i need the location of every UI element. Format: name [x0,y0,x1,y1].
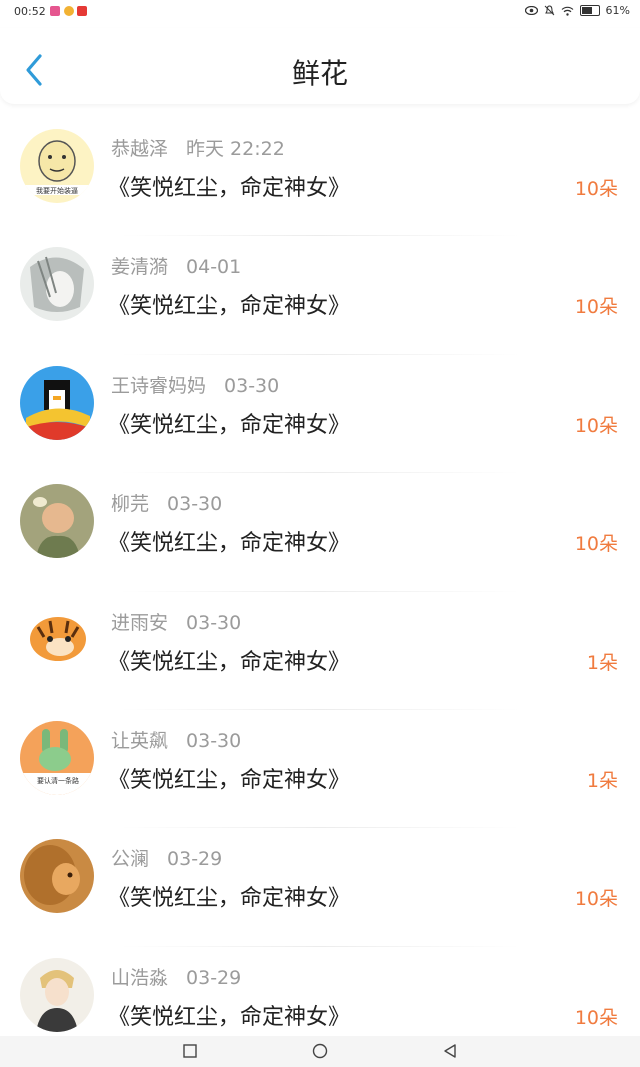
user-name: 恭越泽 [111,138,169,160]
list-item[interactable]: 进雨安 03-30 《笑悦红尘，命定神女》 1朵 [0,592,640,710]
item-meta: 进雨安 03-30 [111,608,241,635]
eye-icon [524,6,538,15]
flower-count: 10朵 [574,414,618,437]
notification-icon [50,6,60,16]
work-title: 《笑悦红尘，命定神女》 [108,649,351,675]
flower-list: 我要开始装逼 恭越泽 昨天 22:22 《笑悦红尘，命定神女》 10朵 姜清漪 04… [0,118,640,1065]
back-nav-icon[interactable] [442,1043,458,1059]
item-date: 03-30 [224,374,280,397]
battery-level: 61% [605,4,630,17]
system-nav-bar [0,1036,640,1067]
item-date: 昨天 22:22 [186,138,285,160]
status-bar: 00:52 61% [0,0,640,24]
user-name: 进雨安 [111,611,169,634]
list-item[interactable]: 我要开始装逼 恭越泽 昨天 22:22 《笑悦红尘，命定神女》 10朵 [0,118,640,237]
flower-count: 10朵 [574,296,618,319]
recent-apps-icon[interactable] [182,1043,198,1059]
avatar [20,602,94,677]
work-title: 《笑悦红尘，命定神女》 [108,1004,351,1030]
user-name: 王诗睿妈妈 [111,374,207,397]
flower-count: 10朵 [574,533,618,556]
flower-count: 10朵 [574,888,618,911]
notification-icon [77,6,87,16]
svg-text:要认清一条路: 要认清一条路 [37,776,79,785]
user-name: 柳芫 [111,493,150,516]
work-title: 《笑悦红尘，命定神女》 [108,412,351,438]
work-title: 《笑悦红尘，命定神女》 [108,176,351,201]
svg-text:我要开始装逼: 我要开始装逼 [36,186,78,195]
notification-icon [64,6,74,16]
item-date: 03-29 [167,848,223,871]
avatar [20,957,94,1032]
work-title: 《笑悦红尘，命定神女》 [108,767,351,793]
flower-count: 1朵 [586,769,618,792]
user-name: 公澜 [111,848,150,871]
wifi-icon [561,6,573,16]
item-date: 04-01 [186,256,242,279]
list-item[interactable]: 姜清漪 04-01 《笑悦红尘，命定神女》 10朵 [0,236,640,355]
item-meta: 山浩淼 03-29 [111,963,241,990]
page-header: 鲜花 [0,28,640,104]
mute-icon [544,5,554,16]
flower-count: 10朵 [574,178,618,200]
user-name: 姜清漪 [111,256,169,279]
avatar: 要认清一条路 [20,720,94,795]
item-date: 03-30 [186,611,242,634]
status-time: 00:52 [14,5,46,18]
list-item[interactable]: 公澜 03-29 《笑悦红尘，命定神女》 10朵 [0,828,640,947]
user-name: 山浩淼 [111,966,169,989]
work-title: 《笑悦红尘，命定神女》 [108,886,351,912]
list-item[interactable]: 柳芫 03-30 《笑悦红尘，命定神女》 10朵 [0,473,640,592]
page-title: 鲜花 [291,57,348,90]
item-meta: 姜清漪 04-01 [111,252,241,279]
item-meta: 公澜 03-29 [111,844,222,871]
status-icons: 61% [524,4,630,17]
avatar [20,247,94,322]
avatar [20,365,94,440]
avatar [20,484,94,559]
work-title: 《笑悦红尘，命定神女》 [108,531,351,557]
item-date: 03-30 [186,729,242,752]
avatar: 我要开始装逼 [20,129,94,203]
item-date: 03-29 [186,966,242,989]
item-meta: 柳芫 03-30 [111,489,222,516]
item-date: 03-30 [167,493,223,516]
flower-count: 1朵 [586,651,618,674]
work-title: 《笑悦红尘，命定神女》 [108,294,351,320]
item-meta: 让英飙 03-30 [111,726,241,753]
item-meta: 恭越泽 昨天 22:22 [111,134,285,161]
flower-count: 10朵 [574,1006,618,1029]
list-item[interactable]: 要认清一条路 让英飙 03-30 《笑悦红尘，命定神女》 1朵 [0,710,640,829]
avatar [20,839,94,914]
home-icon[interactable] [312,1043,328,1059]
battery-icon [579,5,600,16]
list-item[interactable]: 王诗睿妈妈 03-30 《笑悦红尘，命定神女》 10朵 [0,355,640,474]
item-meta: 王诗睿妈妈 03-30 [111,371,279,398]
user-name: 让英飙 [111,729,169,752]
